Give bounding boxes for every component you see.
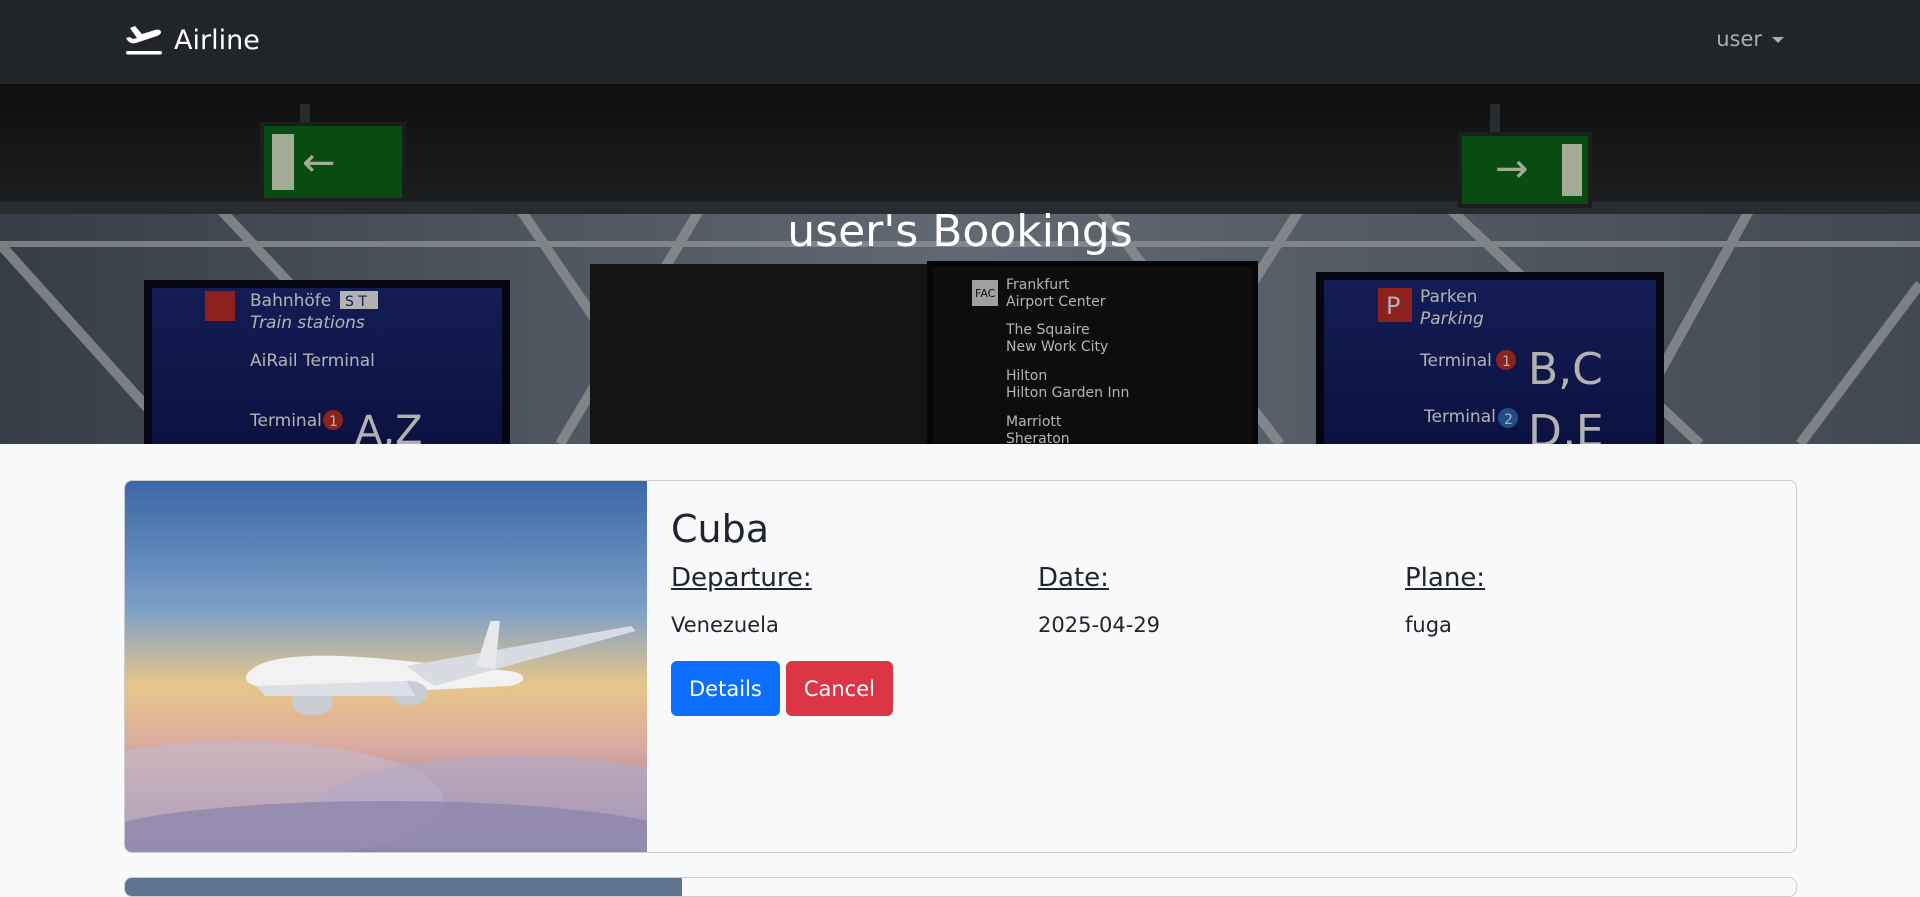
cancel-button[interactable]: Cancel [785, 661, 893, 716]
airport-signs-photo: ← → Bahnhöfe S T Train stations AiRail T… [0, 84, 1920, 444]
booking-photo-next [125, 878, 682, 896]
brand-name: Airline [174, 24, 260, 56]
date-label: Date: [1038, 563, 1109, 593]
user-dropdown[interactable]: user [1716, 27, 1784, 51]
airplane-above-clouds-photo [125, 481, 647, 852]
plane-label: Plane: [1405, 563, 1486, 593]
caret-down-icon [1772, 37, 1784, 43]
hero-banner: ← → Bahnhöfe S T Train stations AiRail T… [0, 84, 1920, 444]
brand-link[interactable]: Airline [124, 22, 260, 58]
plane-column: Plane: fuga [1405, 563, 1772, 637]
details-button[interactable]: Details [671, 661, 780, 716]
navbar: Airline user [0, 0, 1920, 84]
booking-card-next [124, 877, 1797, 897]
booking-details: Cuba Departure: Venezuela Date: 2025-04-… [647, 481, 1796, 852]
departure-label: Departure: [671, 563, 812, 593]
date-column: Date: 2025-04-29 [1038, 563, 1405, 637]
user-name: user [1716, 27, 1762, 51]
plane-departure-icon [126, 26, 162, 55]
booking-destination: Cuba [671, 507, 770, 551]
departure-value: Venezuela [671, 613, 779, 637]
page-title: user's Bookings [787, 206, 1133, 257]
plane-value: fuga [1405, 613, 1452, 637]
booking-card: Cuba Departure: Venezuela Date: 2025-04-… [124, 480, 1797, 853]
booking-actions: Details Cancel [671, 661, 1772, 716]
date-value: 2025-04-29 [1038, 613, 1161, 637]
booking-info-row: Departure: Venezuela Date: 2025-04-29 Pl… [671, 563, 1772, 637]
departure-column: Departure: Venezuela [671, 563, 1038, 637]
bookings-list: Cuba Departure: Venezuela Date: 2025-04-… [0, 444, 1920, 897]
